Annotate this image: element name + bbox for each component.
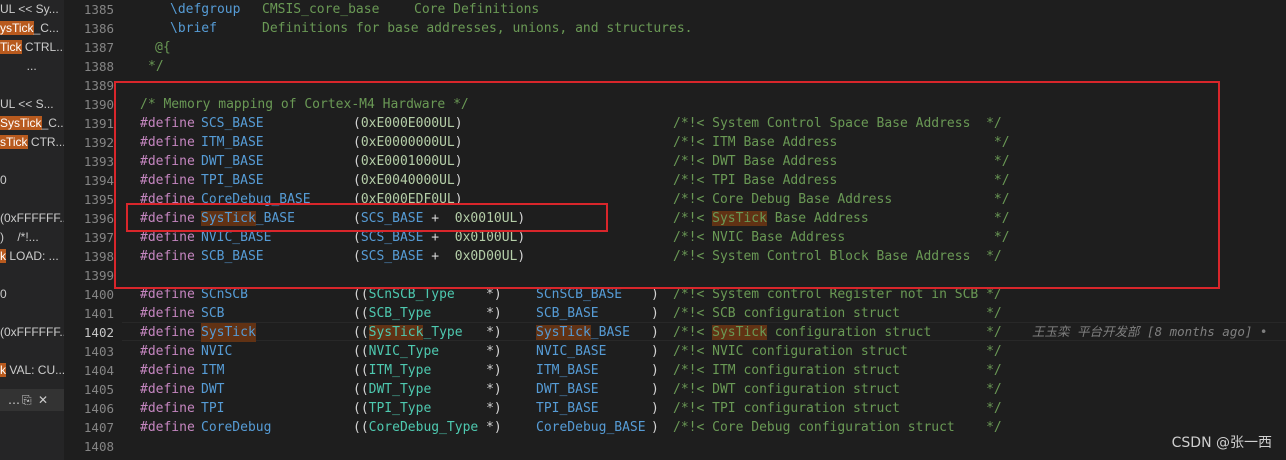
line-number: 1402 [83, 325, 114, 340]
sidebar-toolbar: … ⎘ ✕ [0, 389, 64, 411]
line-number: 1407 [83, 420, 114, 435]
sidebar-reference-line[interactable]: UL << Sy... [0, 0, 59, 19]
close-icon[interactable]: ✕ [38, 389, 48, 411]
line-number: 1398 [83, 249, 114, 264]
sidebar-reference-line[interactable]: Tick CTRL... [0, 38, 64, 57]
code-editor[interactable]: \defgroup CMSIS_core_base Core Definitions… [122, 0, 1286, 460]
sidebar-reference-line[interactable]: sTick CTR... [0, 133, 64, 152]
line-number: 1388 [83, 59, 114, 74]
line-number: 1400 [83, 287, 114, 302]
sidebar-reference-line[interactable]: ) /*!... [0, 228, 39, 247]
line-number: 1385 [83, 2, 114, 17]
line-number: 1390 [83, 97, 114, 112]
line-number: 1408 [83, 439, 114, 454]
line-number: 1406 [83, 401, 114, 416]
line-number: 1389 [83, 78, 114, 93]
line-number: 1386 [83, 21, 114, 36]
line-number: 1391 [83, 116, 114, 131]
line-number: 1394 [83, 173, 114, 188]
sidebar-reference-line[interactable]: k VAL: CU... [0, 361, 64, 380]
line-number-gutter: 1385 1386 1387 1388 1389 1390 1391 1392 1393 1394… [64, 0, 122, 460]
sidebar-reference-line[interactable]: (0xFFFFFF... [0, 323, 64, 342]
line-number: 1392 [83, 135, 114, 150]
sidebar-reference-line[interactable]: 0 [0, 285, 7, 304]
sidebar-reference-line[interactable]: ... [0, 57, 37, 76]
line-number: 1395 [83, 192, 114, 207]
line-number: 1404 [83, 363, 114, 378]
sidebar-reference-line[interactable]: SysTick_C... [0, 114, 64, 133]
line-number: 1396 [83, 211, 114, 226]
line-number: 1401 [83, 306, 114, 321]
line-number: 1397 [83, 230, 114, 245]
line-number: 1399 [83, 268, 114, 283]
sidebar-reference-line[interactable]: (0xFFFFFF... [0, 209, 64, 228]
copy-icon[interactable]: ⎘ [22, 389, 32, 411]
outline-sidebar: UL << Sy... ysTick_C... Tick CTRL... ... UL… [0, 0, 64, 460]
sidebar-reference-line[interactable]: UL << S... [0, 95, 54, 114]
sidebar-reference-line[interactable]: 0 [0, 171, 7, 190]
line-number: 1405 [83, 382, 114, 397]
git-blame-annotation: 王玉栾 平台开发部 [8 months ago] • [1032, 324, 1268, 339]
line-number: 1387 [83, 40, 114, 55]
sidebar-reference-line[interactable]: ysTick_C... [0, 19, 59, 38]
line-number: 1393 [83, 154, 114, 169]
watermark: CSDN @张一西 [1171, 435, 1272, 451]
line-number: 1403 [83, 344, 114, 359]
sidebar-reference-line[interactable]: k LOAD: ... [0, 247, 59, 266]
more-icon[interactable]: … [8, 389, 20, 411]
